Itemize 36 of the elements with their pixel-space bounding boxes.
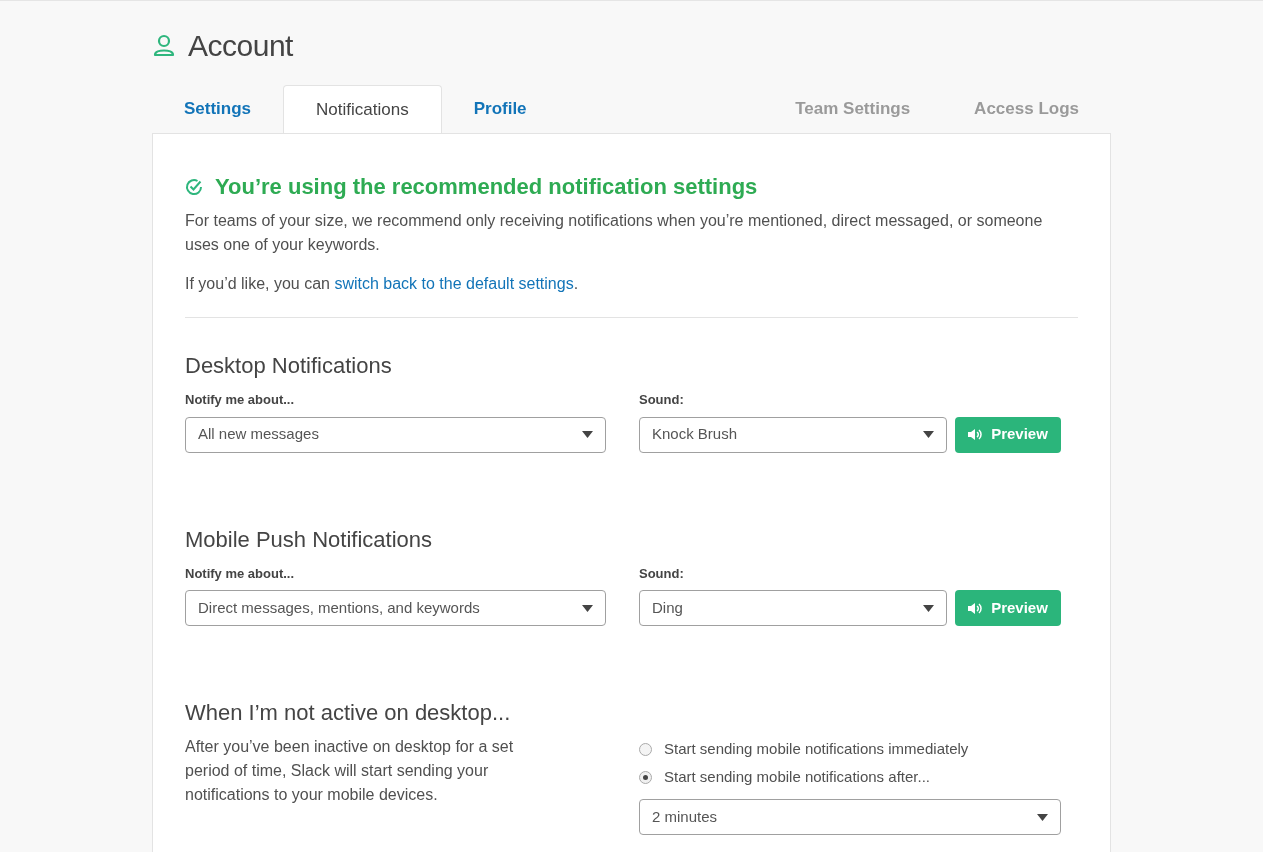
caret-icon — [582, 604, 593, 612]
tab[interactable]: Profile — [441, 85, 559, 133]
radio-option[interactable]: Start sending mobile notifications after... — [639, 763, 1061, 791]
switch-back-text: If you’d like, you can switch back to the default settings. — [185, 274, 580, 294]
field-label: Sound: — [639, 564, 685, 583]
delay-select[interactable]: 2 minutes — [639, 799, 1061, 835]
radio-label: Start sending mobile notifications immediately — [664, 738, 969, 759]
radio-button[interactable] — [639, 742, 652, 756]
recommendation-text: For teams of your size, we recommend only receiving notifications when you’re mentioned, direct messaged, or someone uses one of your keywords. — [185, 211, 1044, 255]
field-label: Sound: — [639, 391, 685, 409]
check-circle-icon — [185, 177, 203, 196]
caret-icon — [923, 431, 934, 438]
radio-button[interactable] — [639, 770, 652, 784]
speaker-icon — [968, 429, 984, 440]
tab[interactable]: Settings — [152, 85, 284, 133]
page-title: Account — [188, 27, 293, 64]
section-heading: Desktop Notifications — [185, 352, 393, 380]
radio-label: Start sending mobile notifications after... — [664, 766, 930, 787]
speaker-icon — [968, 602, 984, 614]
field-label: Notify me about... — [185, 564, 296, 583]
notify-select[interactable]: All new messages — [185, 416, 606, 453]
section-heading: When I’m not active on desktop... — [185, 699, 512, 727]
sound-select[interactable]: Knock Brush — [639, 416, 947, 453]
notify-select[interactable]: Direct messages, mentions, and keywords — [185, 590, 606, 626]
sound-select[interactable]: Ding — [639, 590, 947, 626]
caret-icon — [582, 431, 593, 438]
inactive-description: After you’ve been inactive on desktop for a set period of time, Slack will start sending your notifications to your mobile devices. — [185, 737, 515, 805]
caret-icon — [1037, 813, 1048, 821]
section-heading: Mobile Push Notifications — [185, 525, 433, 554]
field-label: Notify me about... — [185, 391, 296, 409]
radio-option[interactable]: Start sending mobile notifications immediately — [639, 735, 1061, 763]
default-settings-link[interactable]: switch back to the default settings — [334, 275, 574, 292]
person-icon — [152, 33, 176, 57]
recommended-heading: You’re using the recommended notification settings — [215, 173, 758, 201]
tab[interactable]: Notifications — [283, 85, 442, 133]
caret-icon — [923, 604, 934, 612]
